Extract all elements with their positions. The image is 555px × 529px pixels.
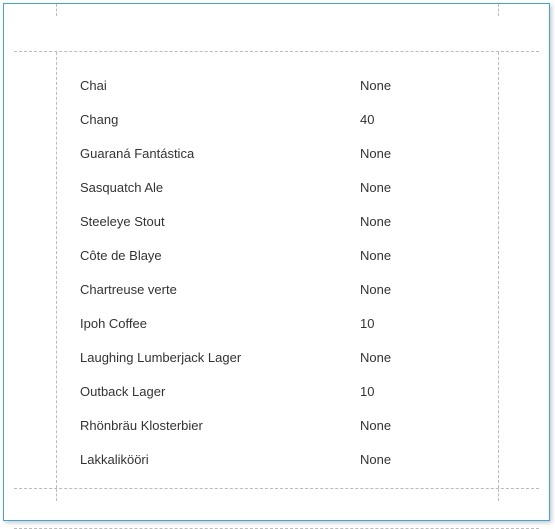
column-divider — [56, 489, 57, 501]
column-divider — [498, 489, 499, 501]
table-row: Côte de Blaye None — [14, 238, 539, 272]
table-row: Rhönbräu Klosterbier None — [14, 408, 539, 442]
table-row: Outback Lager 10 — [14, 374, 539, 408]
product-value: 10 — [360, 316, 480, 331]
product-name: Outback Lager — [80, 384, 360, 399]
report-page: Chai None Chang 40 Guaraná Fantástica No… — [3, 3, 550, 521]
product-value: 10 — [360, 384, 480, 399]
product-name: Sasquatch Ale — [80, 180, 360, 195]
product-value: None — [360, 146, 480, 161]
column-divider — [498, 52, 499, 488]
product-name: Laughing Lumberjack Lager — [80, 350, 360, 365]
product-value: None — [360, 214, 480, 229]
table-row: Chai None — [14, 68, 539, 102]
product-value: None — [360, 180, 480, 195]
table-row: Lakkalikööri None — [14, 442, 539, 476]
table-row: Sasquatch Ale None — [14, 170, 539, 204]
product-name: Lakkalikööri — [80, 452, 360, 467]
product-value: None — [360, 248, 480, 263]
report-header-band — [14, 4, 539, 52]
column-divider — [56, 4, 57, 16]
product-name: Guaraná Fantástica — [80, 146, 360, 161]
table-row: Chartreuse verte None — [14, 272, 539, 306]
product-value: None — [360, 418, 480, 433]
product-value: None — [360, 78, 480, 93]
report-detail-band: Chai None Chang 40 Guaraná Fantástica No… — [14, 52, 539, 489]
product-value: None — [360, 282, 480, 297]
table-row: Laughing Lumberjack Lager None — [14, 340, 539, 374]
product-name: Chang — [80, 112, 360, 127]
table-row: Steeleye Stout None — [14, 204, 539, 238]
product-name: Ipoh Coffee — [80, 316, 360, 331]
product-value: None — [360, 350, 480, 365]
report-footer-band — [14, 489, 539, 529]
product-name: Steeleye Stout — [80, 214, 360, 229]
table-row: Chang 40 — [14, 102, 539, 136]
product-value: 40 — [360, 112, 480, 127]
product-name: Chai — [80, 78, 360, 93]
table-row: Guaraná Fantástica None — [14, 136, 539, 170]
product-name: Rhönbräu Klosterbier — [80, 418, 360, 433]
column-divider — [498, 4, 499, 16]
product-name: Côte de Blaye — [80, 248, 360, 263]
column-divider — [56, 52, 57, 488]
product-value: None — [360, 452, 480, 467]
table-row: Ipoh Coffee 10 — [14, 306, 539, 340]
product-name: Chartreuse verte — [80, 282, 360, 297]
